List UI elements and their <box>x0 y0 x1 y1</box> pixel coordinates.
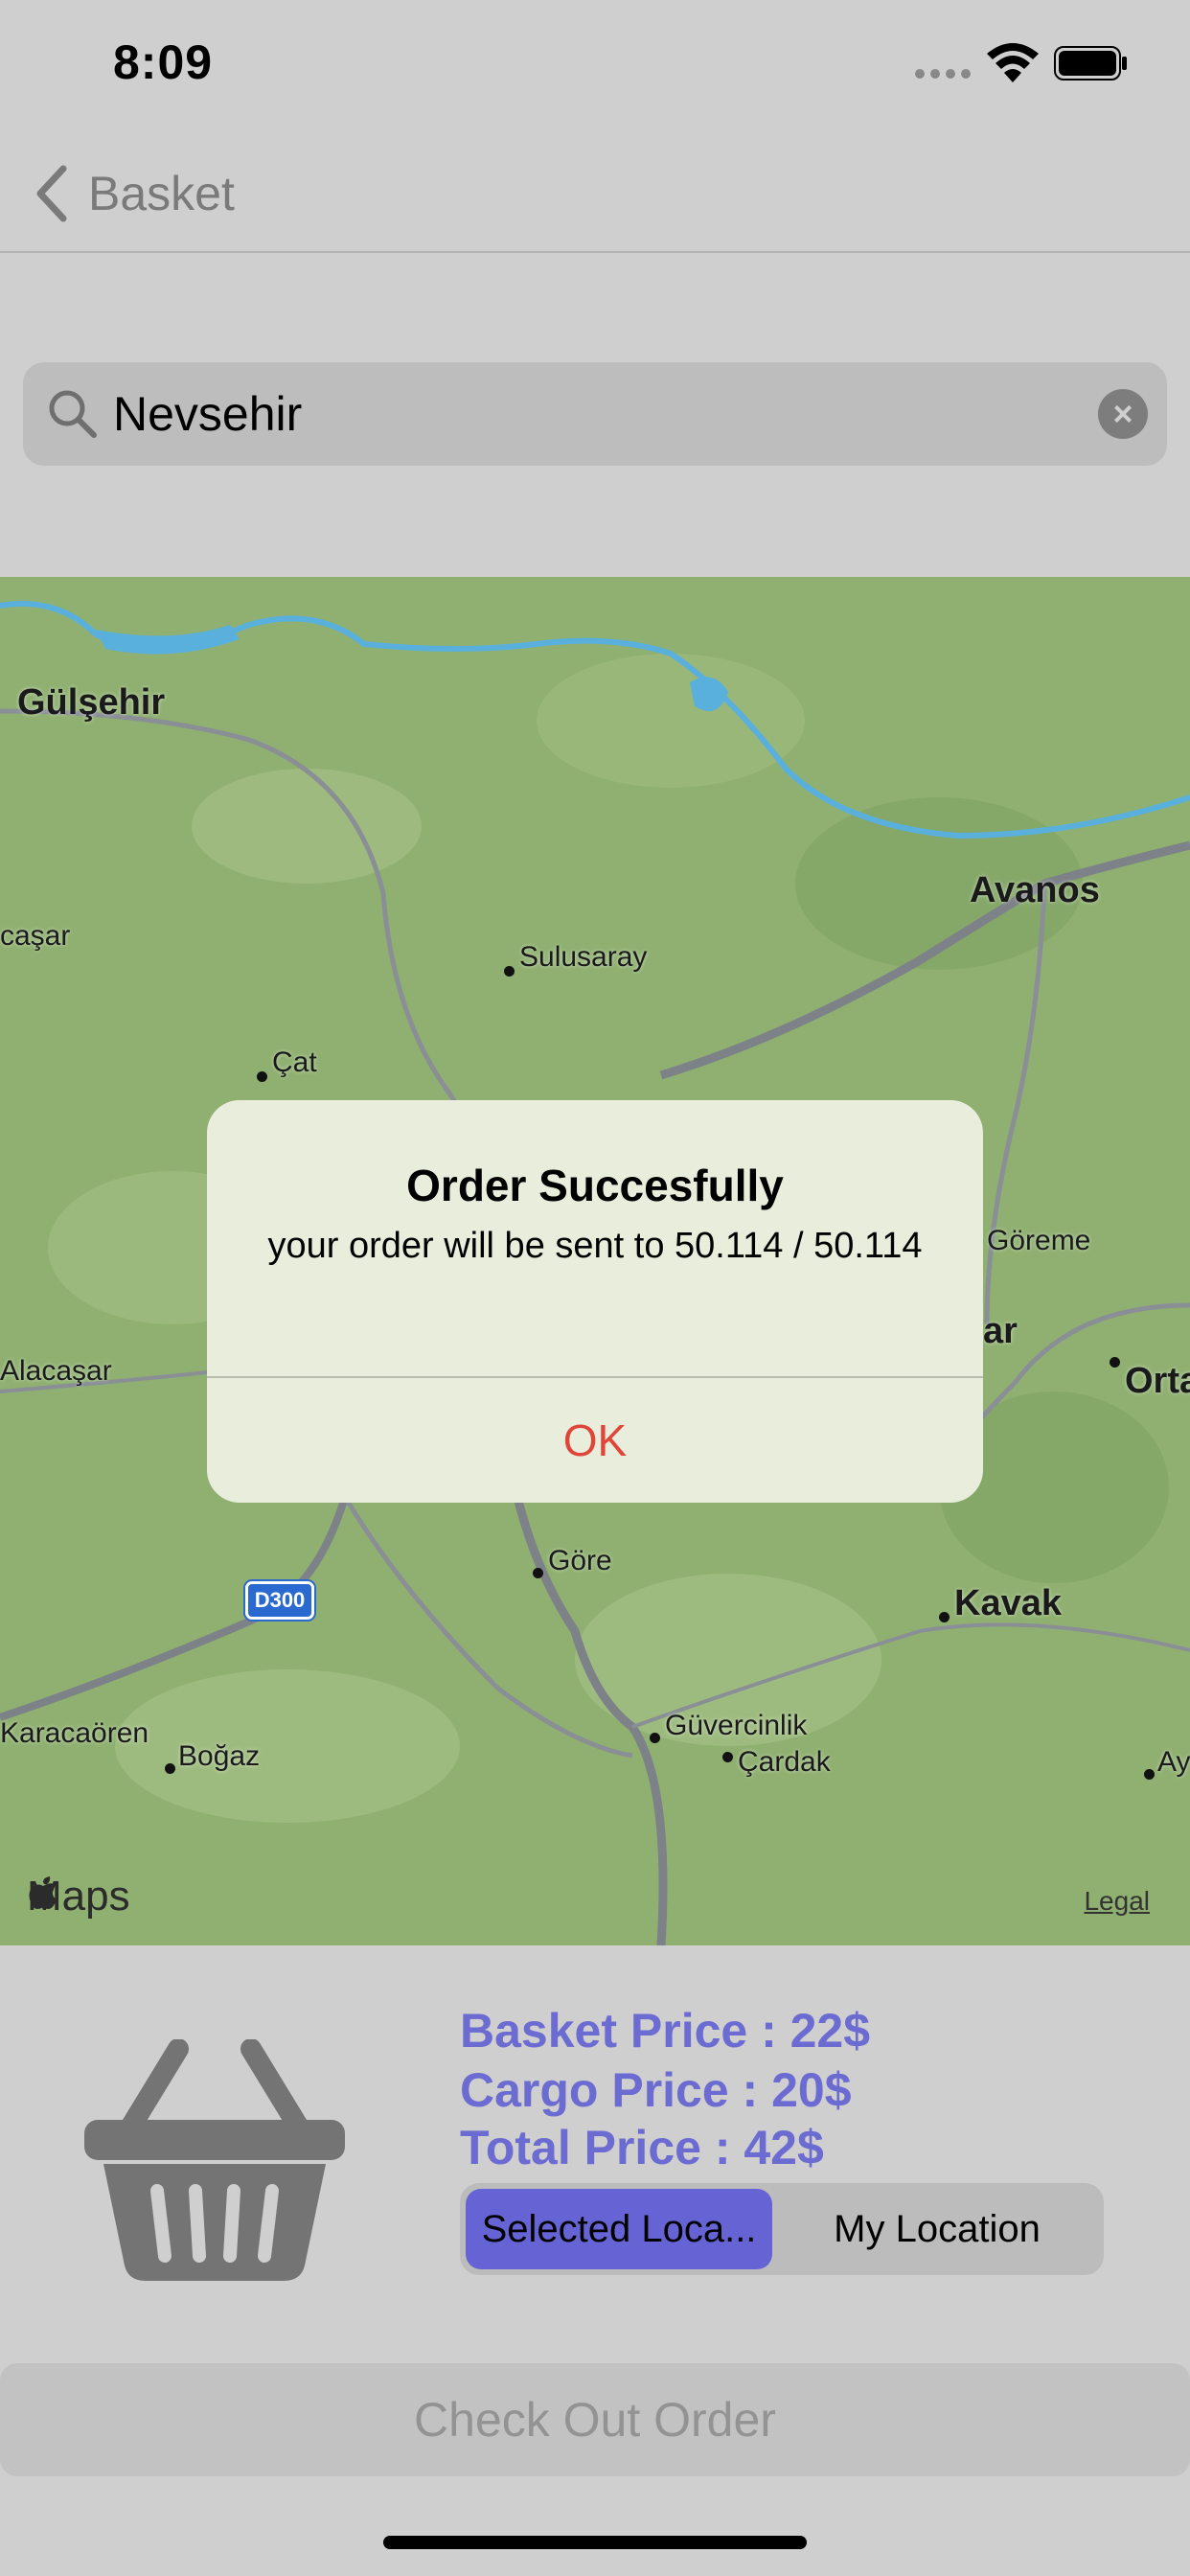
basket-icon <box>84 2039 345 2281</box>
search-icon <box>49 390 97 438</box>
back-button-label: Basket <box>88 167 235 220</box>
status-time: 8:09 <box>113 35 214 89</box>
map-label-orta: Orta <box>1125 1361 1190 1401</box>
basket-price: Basket Price : 22$ <box>460 2004 871 2058</box>
map-label-bogaz: Boğaz <box>178 1740 261 1772</box>
map-label-avanos: Avanos <box>970 870 1100 910</box>
alert-ok-button[interactable]: OK <box>207 1378 983 1503</box>
map-label-ay: Ay <box>1157 1746 1190 1778</box>
map-label-cat: Çat <box>272 1046 317 1078</box>
chevron-left-icon <box>36 165 67 222</box>
map-label-gore: Göre <box>548 1545 612 1576</box>
search-input[interactable] <box>113 376 1071 452</box>
alert-title: Order Succesfully <box>406 1161 784 1210</box>
map-label-kavak: Kavak <box>954 1583 1062 1623</box>
segment-my-location[interactable]: My Location <box>776 2189 1098 2269</box>
apple-maps-logo: Maps <box>27 1873 130 1920</box>
map-label-guvercinlik: Güvercinlik <box>665 1710 808 1741</box>
map-label-acasar: caşar <box>0 920 71 952</box>
map-label-gulsehir: Gülşehir <box>17 682 166 723</box>
map-label-goreme: Göreme <box>987 1225 1091 1256</box>
map-dot-cardak <box>722 1752 733 1762</box>
cargo-price: Cargo Price : 20$ <box>460 2063 852 2117</box>
map-dot-gore <box>533 1568 543 1578</box>
navigation-bar: Basket <box>0 134 1190 253</box>
battery-icon <box>1054 46 1127 80</box>
cellular-signal-icon <box>915 69 971 79</box>
map-dot-kavak <box>939 1612 950 1622</box>
segment-selected-location[interactable]: Selected Loca... <box>466 2189 772 2269</box>
clear-search-icon[interactable]: × <box>1098 389 1148 439</box>
apple-icon <box>29 1876 57 1909</box>
alert-message: your order will be sent to 50.114 / 50.1… <box>267 1226 923 1266</box>
map-dot-orta <box>1110 1357 1120 1368</box>
search-bar[interactable]: × <box>23 362 1167 466</box>
map-label-ar: ar <box>983 1311 1018 1351</box>
map-dot-cat <box>257 1071 267 1082</box>
status-bar: 8:09 <box>0 0 1190 134</box>
check-out-order-button[interactable]: Check Out Order <box>0 2363 1190 2476</box>
home-indicator <box>383 2536 807 2549</box>
map-label-cardak: Çardak <box>738 1746 831 1778</box>
map-dot-sulusaray <box>504 966 515 977</box>
road-shield-d300: D300 <box>245 1581 314 1620</box>
wifi-icon <box>987 43 1039 82</box>
map-label-alacasar: Alacaşar <box>0 1355 112 1387</box>
back-button[interactable]: Basket <box>33 159 235 228</box>
map-dot-guvercinlik <box>650 1733 660 1743</box>
total-price: Total Price : 42$ <box>460 2121 824 2174</box>
map-dot-ay <box>1144 1769 1155 1780</box>
legal-link[interactable]: Legal <box>1084 1886 1150 1917</box>
map-label-karacaoren: Karacaören <box>0 1717 149 1749</box>
map-dot-bogaz <box>165 1763 175 1774</box>
location-segmented-control: Selected Loca... My Location <box>460 2183 1104 2275</box>
order-success-alert: Order Succesfully your order will be sen… <box>207 1100 983 1503</box>
map-label-sulusaray: Sulusaray <box>519 941 648 973</box>
